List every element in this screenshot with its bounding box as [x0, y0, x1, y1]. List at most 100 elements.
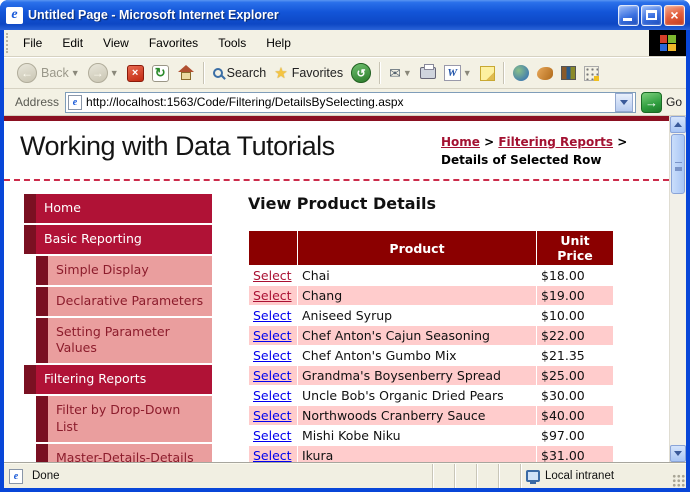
menu-edit[interactable]: Edit [52, 32, 93, 54]
product-cell: Aniseed Syrup [297, 305, 537, 326]
select-link[interactable]: Select [253, 268, 292, 283]
sidebar-item-label: Declarative Parameters [48, 286, 212, 316]
scroll-down-button[interactable] [670, 445, 686, 462]
toolbar-separator [202, 62, 205, 84]
back-button[interactable]: ← Back ▼ [13, 61, 84, 85]
sidebar-item-master-details-details[interactable]: Master-Details-Details [36, 443, 212, 462]
address-dropdown-button[interactable] [614, 92, 633, 112]
home-button[interactable] [173, 63, 199, 83]
minimize-button[interactable] [618, 4, 639, 26]
toolbar-separator [379, 62, 382, 84]
menu-file[interactable]: File [13, 32, 52, 54]
addon-globe-button[interactable] [509, 63, 533, 83]
table-row: Select Northwoods Cranberry Sauce $40.00 [248, 405, 614, 426]
breadcrumb-separator: > [613, 135, 628, 149]
sidebar-item-label: Filter by Drop-Down List [48, 396, 212, 442]
resize-grip[interactable] [672, 474, 685, 487]
status-bar: e Done Local intranet [4, 462, 686, 488]
status-page-icon: e [9, 468, 23, 484]
zone-label: Local intranet [545, 470, 615, 482]
price-cell: $18.00 [536, 265, 614, 286]
menu-help[interactable]: Help [256, 32, 301, 54]
history-button[interactable]: ↺ [347, 61, 375, 85]
price-cell: $25.00 [536, 365, 614, 386]
menu-accent-strip [36, 396, 48, 442]
addon-grid-button[interactable] [580, 64, 603, 83]
menu-tools[interactable]: Tools [208, 32, 256, 54]
mail-button[interactable]: ✉ ▼ [385, 64, 416, 82]
address-url[interactable]: http://localhost:1563/Code/Filtering/Det… [86, 95, 615, 109]
menu-accent-strip [24, 194, 36, 223]
status-pane [432, 464, 454, 488]
select-link[interactable]: Select [253, 428, 292, 443]
chevron-down-icon: ▼ [70, 68, 80, 78]
search-button[interactable]: Search [209, 64, 271, 82]
sidebar-item-label: Simple Display [48, 255, 212, 285]
sidebar-item-declarative-parameters[interactable]: Declarative Parameters [36, 286, 212, 316]
sidebar-item-home[interactable]: Home [24, 194, 212, 223]
print-icon [419, 64, 436, 79]
favorites-button[interactable]: ★ Favorites [270, 64, 347, 83]
select-link[interactable]: Select [253, 388, 292, 403]
breadcrumb-link-home[interactable]: Home [441, 135, 480, 149]
refresh-button[interactable]: ↻ [148, 63, 173, 84]
product-cell: Chef Anton's Cajun Seasoning [297, 325, 537, 346]
select-link[interactable]: Select [253, 348, 292, 363]
menu-accent-strip [36, 286, 48, 316]
forward-button[interactable]: → ▼ [84, 61, 123, 85]
product-cell: Ikura [297, 445, 537, 462]
main-content: View Product Details Product Unit Price … [212, 181, 669, 462]
search-label: Search [226, 66, 267, 80]
menu-accent-strip [36, 255, 48, 285]
edit-with-word-button[interactable]: W ▼ [440, 63, 476, 83]
select-link[interactable]: Select [253, 328, 292, 343]
home-icon [177, 65, 195, 81]
content-heading: View Product Details [248, 194, 437, 213]
price-cell: $31.00 [536, 445, 614, 462]
sidebar-item-filter-by-dropdown-list[interactable]: Filter by Drop-Down List [36, 396, 212, 442]
back-icon: ← [17, 63, 37, 83]
select-link[interactable]: Select [253, 408, 292, 423]
select-link[interactable]: Select [253, 448, 292, 462]
close-button[interactable]: × [664, 4, 685, 26]
scroll-up-button[interactable] [670, 116, 686, 133]
sidebar-item-basic-reporting[interactable]: Basic Reporting [24, 224, 212, 254]
product-cell: Mishi Kobe Niku [297, 425, 537, 446]
table-row: Select Chef Anton's Cajun Seasoning $22.00 [248, 325, 614, 346]
toolbar-grip[interactable] [6, 33, 11, 53]
address-label: Address [15, 95, 60, 109]
search-icon [212, 68, 223, 78]
select-link[interactable]: Select [253, 288, 292, 303]
breadcrumb-link-filtering-reports[interactable]: Filtering Reports [498, 135, 613, 149]
table-row: Select Chang $19.00 [248, 285, 614, 306]
breadcrumb: Home > Filtering Reports > Details of Se… [441, 133, 661, 169]
toolbar-separator [502, 62, 505, 84]
sidebar-item-simple-display[interactable]: Simple Display [36, 255, 212, 285]
address-input[interactable]: e http://localhost:1563/Code/Filtering/D… [65, 91, 636, 113]
maximize-button[interactable] [641, 4, 662, 26]
favorites-label: Favorites [291, 66, 344, 80]
addon-messenger-button[interactable] [533, 65, 557, 82]
print-button[interactable] [416, 64, 440, 81]
price-column-header: Unit Price [536, 230, 614, 266]
select-link[interactable]: Select [253, 368, 292, 383]
select-link[interactable]: Select [253, 308, 292, 323]
scrollbar-thumb[interactable] [671, 134, 685, 194]
status-pane [476, 464, 498, 488]
price-cell: $19.00 [536, 285, 614, 306]
price-cell: $30.00 [536, 385, 614, 406]
ie-logo-icon: e [6, 6, 23, 24]
go-button[interactable]: → Go [640, 91, 682, 113]
scrollbar-track[interactable] [670, 133, 686, 445]
products-gridview: Product Unit Price Select Chai $18.00 Sele… [248, 230, 614, 462]
sidebar-item-filtering-reports[interactable]: Filtering Reports [24, 365, 212, 395]
stop-button[interactable]: × [123, 63, 148, 84]
menu-favorites[interactable]: Favorites [139, 32, 208, 54]
menu-view[interactable]: View [93, 32, 139, 54]
title-bar[interactable]: e Untitled Page - Microsoft Internet Exp… [0, 0, 690, 30]
price-cell: $22.00 [536, 325, 614, 346]
sidebar-item-setting-parameter-values[interactable]: Setting Parameter Values [36, 317, 212, 364]
notes-button[interactable] [476, 64, 499, 83]
vertical-scrollbar[interactable] [669, 116, 686, 462]
addon-research-button[interactable] [557, 64, 580, 82]
